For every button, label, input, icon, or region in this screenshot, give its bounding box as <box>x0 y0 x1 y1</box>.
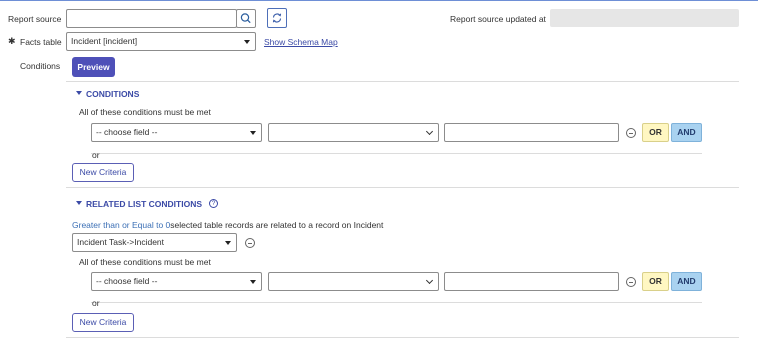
facts-table-label: Facts table <box>20 37 62 47</box>
collapse-triangle-icon[interactable] <box>76 201 82 205</box>
condition-field-select[interactable]: -- choose field -- <box>91 123 262 142</box>
preview-button[interactable]: Preview <box>72 57 115 77</box>
related-requirement-text: All of these conditions must be met <box>79 257 211 267</box>
refresh-button[interactable] <box>267 8 287 28</box>
top-accent-line <box>0 0 758 1</box>
report-source-label: Report source <box>8 14 62 24</box>
dropdown-caret-icon <box>250 131 256 135</box>
remove-relation-icon[interactable] <box>245 238 255 248</box>
condition-field-value: -- choose field -- <box>96 127 158 137</box>
report-source-updated-label: Report source updated at <box>450 14 546 24</box>
report-source-search-button[interactable] <box>236 9 256 28</box>
and-button[interactable]: AND <box>671 123 702 142</box>
related-or-button[interactable]: OR <box>642 272 669 291</box>
facts-table-select[interactable]: Incident [incident] <box>66 32 256 51</box>
report-source-updated-field <box>550 9 739 27</box>
remove-condition-icon[interactable] <box>626 128 636 138</box>
related-field-select[interactable]: -- choose field -- <box>91 272 262 291</box>
divider <box>66 337 739 338</box>
conditions-requirement-text: All of these conditions must be met <box>79 107 211 117</box>
collapse-triangle-icon[interactable] <box>76 91 82 95</box>
dropdown-caret-icon <box>225 241 231 245</box>
facts-table-value: Incident [incident] <box>71 36 138 46</box>
quantifier-link[interactable]: Greater than or Equal to 0 <box>72 220 170 230</box>
refresh-icon <box>272 13 282 23</box>
related-list-section-title[interactable]: RELATED LIST CONDITIONS <box>86 199 202 209</box>
divider <box>91 302 702 303</box>
relation-select-value: Incident Task->Incident <box>77 237 165 247</box>
divider <box>91 153 702 154</box>
chevron-down-icon <box>425 276 434 285</box>
or-button[interactable]: OR <box>642 123 669 142</box>
new-criteria-button[interactable]: New Criteria <box>72 163 134 182</box>
required-asterisk-icon: ✱ <box>8 36 16 46</box>
related-or-separator-label: or <box>92 298 100 308</box>
dropdown-caret-icon <box>250 280 256 284</box>
report-source-input[interactable] <box>66 9 237 28</box>
related-field-value: -- choose field -- <box>96 276 158 286</box>
conditions-section-title[interactable]: CONDITIONS <box>86 89 139 99</box>
related-list-description-line: Greater than or Equal to 0selected table… <box>72 220 383 230</box>
related-operator-select[interactable] <box>268 272 439 291</box>
relation-select[interactable]: Incident Task->Incident <box>72 233 237 252</box>
dropdown-caret-icon <box>244 40 250 44</box>
conditions-label: Conditions <box>20 61 61 71</box>
divider <box>66 187 739 188</box>
help-icon[interactable]: ? <box>209 199 218 208</box>
search-icon <box>240 13 251 24</box>
remove-condition-icon[interactable] <box>626 277 636 287</box>
show-schema-map-link[interactable]: Show Schema Map <box>264 37 338 47</box>
divider <box>66 81 739 82</box>
or-separator-label: or <box>92 150 100 160</box>
related-list-description: selected table records are related to a … <box>170 220 384 230</box>
condition-value-input[interactable] <box>444 123 619 142</box>
related-new-criteria-button[interactable]: New Criteria <box>72 313 134 332</box>
condition-operator-select[interactable] <box>268 123 439 142</box>
related-value-input[interactable] <box>444 272 619 291</box>
chevron-down-icon <box>425 127 434 136</box>
related-and-button[interactable]: AND <box>671 272 702 291</box>
